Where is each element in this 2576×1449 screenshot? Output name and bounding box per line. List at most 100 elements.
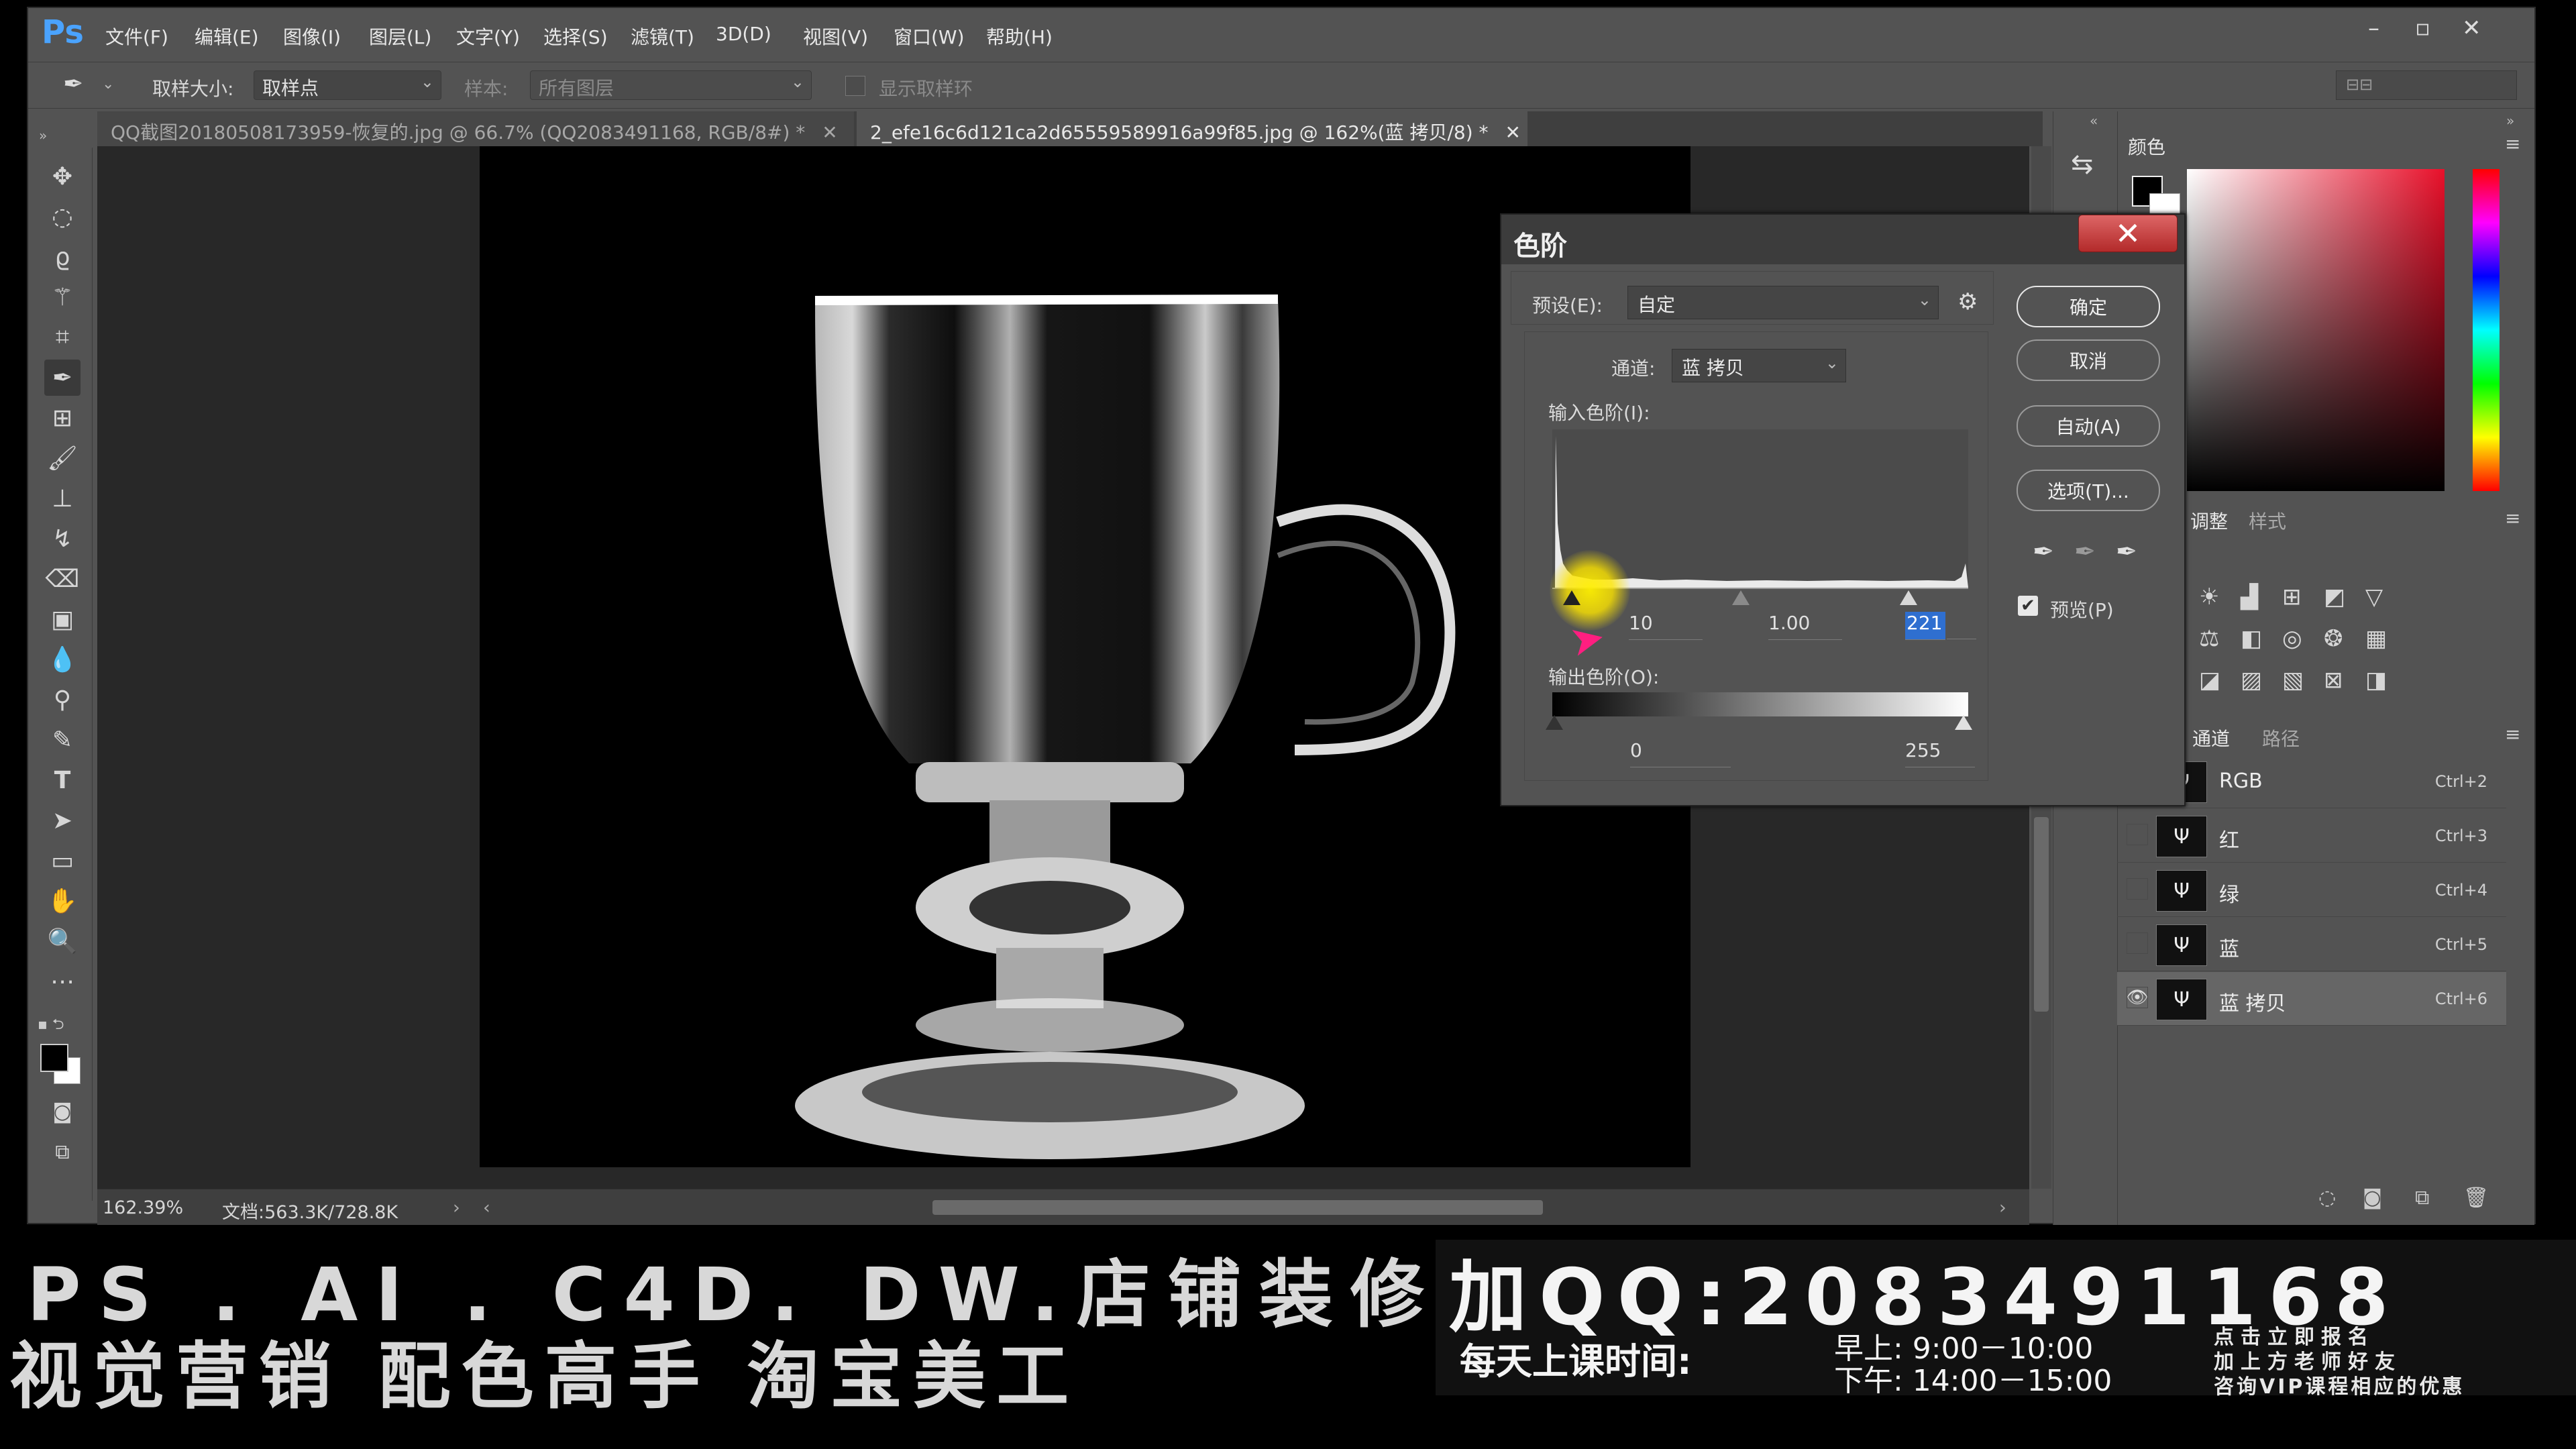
load-selection-icon[interactable]: ◌ xyxy=(2318,1186,2336,1210)
zoom-level[interactable]: 162.39% xyxy=(103,1197,183,1218)
tab-channels[interactable]: 通道 xyxy=(2192,724,2230,751)
menu-3d[interactable]: 3D(D) xyxy=(716,23,771,45)
menu-type[interactable]: 文字(Y) xyxy=(456,23,520,50)
save-selection-icon[interactable]: ◙ xyxy=(2363,1186,2382,1210)
foreground-color-swatch[interactable] xyxy=(40,1044,68,1072)
panel-menu-icon[interactable]: ≡ xyxy=(2505,133,2520,155)
output-white-slider[interactable] xyxy=(1955,715,1972,730)
menu-file[interactable]: 文件(F) xyxy=(105,23,168,50)
lookup-icon[interactable]: ▦ xyxy=(2365,625,2387,652)
preview-checkbox[interactable]: ✔ xyxy=(2018,596,2038,616)
history-brush-tool-icon[interactable]: ↯ xyxy=(44,521,80,557)
new-channel-icon[interactable]: ⧉ xyxy=(2415,1186,2429,1210)
white-point-eyedropper-icon[interactable]: ✒ xyxy=(2116,537,2137,566)
gradient-map-icon[interactable]: ◨ xyxy=(2365,667,2387,694)
tab-paths[interactable]: 路径 xyxy=(2262,724,2300,751)
output-black-field[interactable]: 0 xyxy=(1630,739,1731,767)
eye-icon[interactable]: 👁 xyxy=(2127,987,2149,1008)
quick-mask-icon[interactable]: ◙ xyxy=(44,1093,80,1130)
pen-tool-icon[interactable]: ✎ xyxy=(44,722,80,758)
channel-row-blue[interactable]: Ψ 蓝 Ctrl+5 xyxy=(2117,918,2506,971)
close-icon[interactable]: ✕ xyxy=(2078,215,2178,252)
chevron-right-icon[interactable]: › xyxy=(453,1197,460,1218)
options-button[interactable]: 选项(T)... xyxy=(2017,470,2160,511)
rectangle-tool-icon[interactable]: ▭ xyxy=(44,843,80,879)
more-tools-icon[interactable]: ⋯ xyxy=(44,963,80,1000)
input-black-field[interactable]: 10 xyxy=(1629,612,1703,640)
input-white-slider[interactable] xyxy=(1900,590,1917,605)
scroll-right-icon[interactable]: › xyxy=(1999,1197,2006,1218)
close-window-icon[interactable]: ✕ xyxy=(2462,15,2481,42)
path-select-tool-icon[interactable]: ➤ xyxy=(44,802,80,839)
input-black-slider[interactable] xyxy=(1563,590,1580,605)
visibility-toggle[interactable] xyxy=(2127,824,2148,845)
history-panel-icon[interactable]: ⇆ xyxy=(2071,149,2094,180)
curves-icon[interactable]: ⊞ xyxy=(2282,584,2302,610)
color-field[interactable] xyxy=(2187,169,2445,491)
tab-styles[interactable]: 样式 xyxy=(2249,507,2286,534)
gear-icon[interactable]: ⚙ xyxy=(1957,288,1978,315)
black-point-eyedropper-icon[interactable]: ✒ xyxy=(2033,537,2054,566)
trash-icon[interactable]: 🗑 xyxy=(2463,1186,2489,1210)
visibility-toggle[interactable] xyxy=(2127,878,2148,900)
menu-help[interactable]: 帮助(H) xyxy=(986,23,1053,50)
eyedropper-tool-icon[interactable]: ✒ xyxy=(44,360,80,396)
preset-select[interactable]: 自定 ⌄ xyxy=(1627,286,1939,319)
scroll-thumb[interactable] xyxy=(2034,817,2049,1012)
cancel-button[interactable]: 取消 xyxy=(2017,339,2160,381)
screen-mode-icon[interactable]: ⧉ xyxy=(44,1134,80,1170)
marquee-tool-icon[interactable]: ◌ xyxy=(44,199,80,235)
input-gamma-slider[interactable] xyxy=(1732,590,1750,605)
tab-color[interactable]: 颜色 xyxy=(2128,133,2165,160)
collapse-icon[interactable]: » xyxy=(39,127,47,144)
tab-document-1[interactable]: QQ截图20180508173959-恢复的.jpg @ 66.7% (QQ20… xyxy=(97,111,854,146)
menu-image[interactable]: 图像(I) xyxy=(283,23,341,50)
sample-size-select[interactable]: 取样点 ⌄ xyxy=(254,70,441,100)
lasso-tool-icon[interactable]: ϱ xyxy=(44,239,80,275)
levels-icon[interactable]: ▟ xyxy=(2241,584,2258,610)
ok-button[interactable]: 确定 xyxy=(2017,286,2160,327)
maximize-icon[interactable]: ▫ xyxy=(2415,15,2430,42)
tab-adjustments[interactable]: 调整 xyxy=(2190,507,2228,534)
workspace-switcher[interactable]: ⊟⊟ xyxy=(2336,70,2517,100)
color-balance-icon[interactable]: ⚖ xyxy=(2199,625,2219,652)
stamp-tool-icon[interactable]: ⊥ xyxy=(44,480,80,517)
crop-tool-icon[interactable]: ⌗ xyxy=(44,319,80,356)
horizontal-scroll-thumb[interactable] xyxy=(932,1200,1543,1215)
gray-point-eyedropper-icon[interactable]: ✒ xyxy=(2074,537,2096,566)
sample-select[interactable]: 所有图层 ⌄ xyxy=(530,70,812,100)
eraser-tool-icon[interactable]: ⌫ xyxy=(44,561,80,597)
channel-mixer-icon[interactable]: ❂ xyxy=(2324,625,2343,652)
hand-tool-icon[interactable]: ✋ xyxy=(44,883,80,919)
blur-tool-icon[interactable]: 💧 xyxy=(44,641,80,678)
healing-tool-icon[interactable]: ⊞ xyxy=(44,400,80,436)
eyedropper-icon[interactable]: ✒ xyxy=(63,70,83,98)
input-white-field[interactable]: 221 xyxy=(1905,612,1945,640)
photo-filter-icon[interactable]: ◎ xyxy=(2282,625,2302,652)
type-tool-icon[interactable]: T xyxy=(44,762,80,798)
input-gamma-field[interactable]: 1.00 xyxy=(1768,612,1842,640)
collapse-icon[interactable]: « xyxy=(2090,113,2098,129)
tab-document-2[interactable]: 2_efe16c6d121ca2d65559589916a99f85.jpg @… xyxy=(857,111,1527,146)
gradient-tool-icon[interactable]: ▣ xyxy=(44,601,80,637)
menu-filter[interactable]: 滤镜(T) xyxy=(631,23,694,50)
scroll-left-icon[interactable]: ‹ xyxy=(483,1197,490,1218)
move-tool-icon[interactable]: ✥ xyxy=(44,158,80,195)
black-white-icon[interactable]: ◧ xyxy=(2241,625,2262,652)
channel-row-green[interactable]: Ψ 绿 Ctrl+4 xyxy=(2117,863,2506,917)
dodge-tool-icon[interactable]: ⚲ xyxy=(44,682,80,718)
menu-layer[interactable]: 图层(L) xyxy=(369,23,431,50)
brightness-icon[interactable]: ☀ xyxy=(2199,584,2219,610)
hue-slider[interactable] xyxy=(2473,169,2500,491)
threshold-icon[interactable]: ▧ xyxy=(2282,667,2304,694)
selective-color-icon[interactable]: ⊠ xyxy=(2324,667,2343,694)
chevron-down-icon[interactable]: ⌄ xyxy=(102,76,114,93)
panel-menu-icon[interactable]: ≡ xyxy=(2505,723,2520,745)
close-icon[interactable]: ✕ xyxy=(1505,121,1520,144)
channel-row-red[interactable]: Ψ 红 Ctrl+3 xyxy=(2117,809,2506,863)
panel-menu-icon[interactable]: ≡ xyxy=(2505,507,2520,529)
auto-button[interactable]: 自动(A) xyxy=(2017,405,2160,447)
close-icon[interactable]: ✕ xyxy=(822,121,837,144)
menu-view[interactable]: 视图(V) xyxy=(803,23,868,50)
channel-row-blue-copy[interactable]: 👁 Ψ 蓝 拷贝 Ctrl+6 xyxy=(2117,972,2506,1026)
